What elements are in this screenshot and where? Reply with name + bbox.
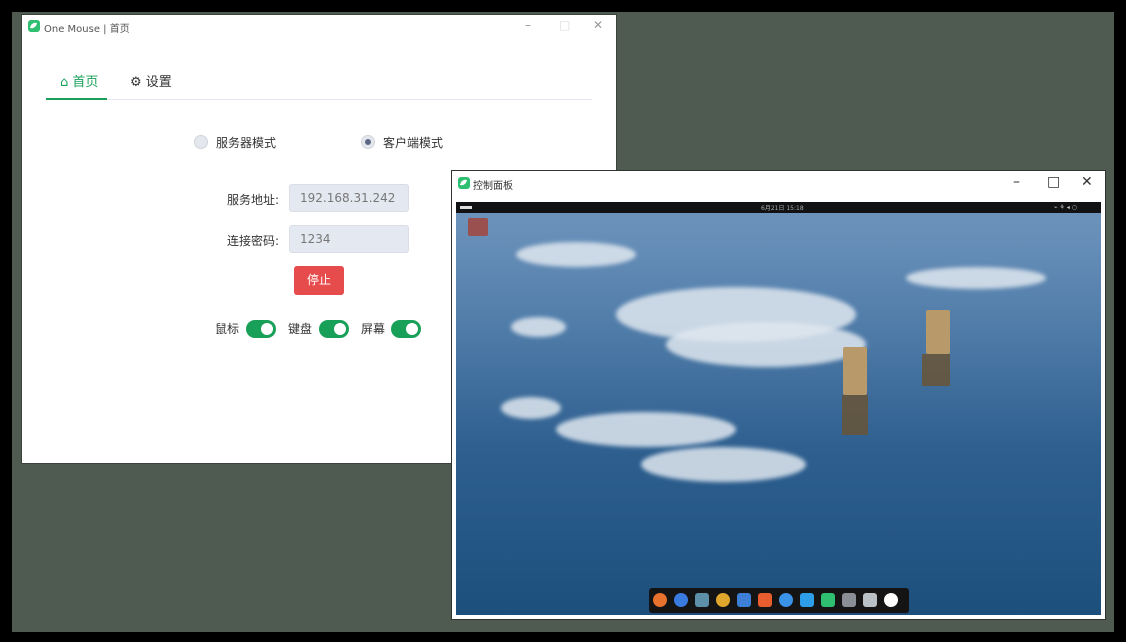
post: [926, 310, 950, 354]
mouse-toggle-label: 鼠标: [215, 322, 240, 336]
screen-toggle[interactable]: [391, 320, 421, 338]
firefox-icon[interactable]: [653, 593, 667, 607]
music-icon[interactable]: [716, 593, 730, 607]
server-address-label: 服务地址:: [227, 193, 280, 207]
remote-desktop-view[interactable]: 6月21日 15:18 ⌁ ⚘ ◂ ○: [456, 202, 1101, 615]
files-icon[interactable]: [695, 593, 709, 607]
cloud: [501, 397, 561, 419]
close-button[interactable]: ✕: [1081, 175, 1093, 189]
browser-icon[interactable]: [674, 593, 688, 607]
document-icon[interactable]: [737, 593, 751, 607]
radio-button-checked[interactable]: [361, 135, 375, 149]
post-reflection: [922, 354, 950, 386]
title-bar[interactable]: One Mouse | 首页 – □ ✕: [22, 15, 616, 37]
folder-icon[interactable]: [468, 218, 488, 236]
post: [843, 347, 867, 395]
tab-settings-label: 设置: [145, 75, 172, 90]
cloud: [516, 242, 636, 267]
cloud: [556, 412, 736, 447]
window-title: One Mouse | 首页: [44, 24, 130, 35]
app-logo-icon: [458, 177, 470, 189]
post-reflection: [842, 395, 868, 435]
password-label: 连接密码:: [227, 234, 280, 248]
tab-home-label: 首页: [72, 75, 99, 90]
stop-button[interactable]: 停止: [294, 266, 344, 295]
menu-icon: [460, 206, 472, 209]
password-input[interactable]: 1234: [289, 225, 409, 253]
keyboard-toggle-label: 键盘: [288, 322, 313, 336]
cloud: [511, 317, 566, 337]
app-logo-icon: [28, 20, 40, 32]
active-tab-indicator: [46, 98, 107, 100]
maximize-button[interactable]: □: [559, 19, 570, 31]
tab-home[interactable]: ⌂ 首页: [60, 71, 98, 90]
cloud: [906, 267, 1046, 289]
remote-top-bar: 6月21日 15:18 ⌁ ⚘ ◂ ○: [456, 202, 1101, 213]
gear-icon: ⚙: [130, 75, 142, 90]
server-mode-label: 服务器模式: [216, 136, 277, 150]
screen-toggle-label: 屏幕: [361, 322, 386, 336]
settings-icon[interactable]: [842, 593, 856, 607]
radio-button[interactable]: [194, 135, 208, 149]
control-panel-window: 控制面板 – □ ✕ 6月21日 15:18 ⌁ ⚘ ◂ ○: [452, 171, 1105, 619]
power-icon[interactable]: [884, 593, 898, 607]
cloud: [641, 447, 806, 482]
minimize-button[interactable]: –: [1013, 175, 1020, 189]
home-icon: ⌂: [60, 75, 69, 90]
client-mode-label: 客户端模式: [383, 136, 444, 150]
close-button[interactable]: ✕: [593, 19, 603, 31]
window-title: 控制面板: [473, 181, 513, 192]
keyboard-toggle[interactable]: [319, 320, 349, 338]
trash-icon[interactable]: [863, 593, 877, 607]
cloud: [666, 322, 866, 367]
maximize-button[interactable]: □: [1047, 175, 1060, 189]
store-icon[interactable]: [758, 593, 772, 607]
tab-bar: ⌂ 首页 ⚙ 设置: [46, 71, 592, 100]
dock: [649, 588, 909, 613]
tab-settings[interactable]: ⚙ 设置: [130, 71, 172, 90]
remote-clock: 6月21日 15:18: [761, 205, 804, 212]
minimize-button[interactable]: –: [525, 19, 531, 31]
server-address-input[interactable]: 192.168.31.242: [289, 184, 409, 212]
messenger-icon[interactable]: [800, 593, 814, 607]
help-icon[interactable]: [779, 593, 793, 607]
onemouse-icon[interactable]: [821, 593, 835, 607]
mouse-toggle[interactable]: [246, 320, 276, 338]
tray-icons: ⌁ ⚘ ◂ ○: [1054, 204, 1077, 211]
